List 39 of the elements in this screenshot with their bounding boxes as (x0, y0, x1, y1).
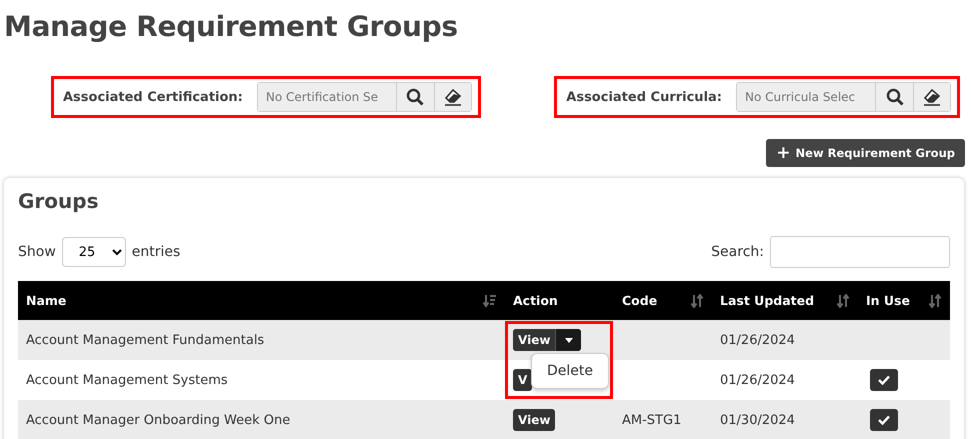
filter-label: Associated Curricula: (566, 90, 722, 104)
column-header[interactable]: Name (18, 281, 505, 320)
view-button[interactable]: V (513, 369, 532, 391)
panel-title: Groups (18, 188, 100, 215)
page-title: Manage Requirement Groups (3, 9, 459, 45)
dropdown-toggle[interactable] (555, 329, 582, 351)
page-size-select[interactable]: 25 (62, 237, 126, 267)
eraser-icon (444, 88, 462, 106)
table-cell-text: AM-STG1 (621, 412, 682, 430)
new-requirement-group-button[interactable]: + New Requirement Group (766, 139, 965, 167)
table-cell-text: Account Manager Onboarding Week One (25, 412, 292, 430)
table-cell-text: Account Management Systems (25, 372, 229, 390)
table-cell-text: Account Management Fundamentals (25, 332, 266, 350)
view-button[interactable]: View (513, 409, 556, 431)
clear-button[interactable] (913, 83, 950, 111)
menu-item[interactable]: Delete (532, 360, 608, 382)
search-icon (886, 88, 904, 106)
check-icon (878, 375, 890, 385)
table-cell-text: 01/26/2024 (719, 332, 796, 350)
filter-label: Associated Certification: (63, 90, 243, 104)
in-use-checkbox[interactable] (870, 409, 898, 431)
filter-field[interactable]: No Curricula Selec (736, 82, 951, 112)
filter-field[interactable]: No Certification Se (256, 82, 472, 112)
search-icon (406, 88, 424, 106)
table-cell-text: 01/26/2024 (719, 372, 796, 390)
search-field[interactable] (770, 236, 950, 268)
table-cell-text: 01/30/2024 (719, 412, 796, 430)
search-label: Search: (711, 244, 764, 260)
column-header[interactable]: Action (505, 281, 614, 320)
column-header[interactable]: Last Updated (712, 281, 858, 320)
check-icon (878, 415, 890, 425)
column-header[interactable]: In Use (858, 281, 950, 320)
clear-button[interactable] (434, 83, 471, 111)
eraser-icon (923, 88, 941, 106)
in-use-checkbox[interactable] (870, 369, 898, 391)
show-label: Show (18, 244, 56, 260)
entries-label: entries (132, 244, 180, 260)
caret-icon (564, 338, 573, 342)
column-header[interactable]: Code (614, 281, 712, 320)
